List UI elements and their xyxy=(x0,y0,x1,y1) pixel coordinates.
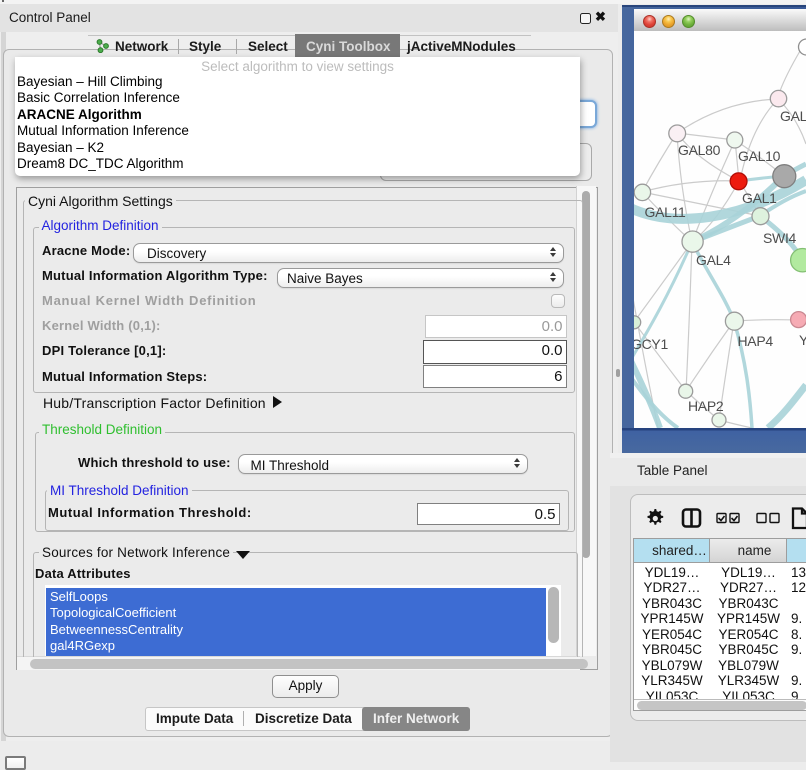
svg-text:GAL10: GAL10 xyxy=(738,148,781,164)
svg-text:HAP2: HAP2 xyxy=(688,398,724,414)
svg-text:GAL1: GAL1 xyxy=(742,190,777,206)
svg-text:Y: Y xyxy=(799,332,806,348)
svg-text:GAL7: GAL7 xyxy=(780,108,806,124)
svg-text:SWI4: SWI4 xyxy=(763,230,797,246)
svg-text:HAP4: HAP4 xyxy=(738,333,774,349)
svg-text:GCY1: GCY1 xyxy=(634,336,668,352)
svg-text:GAL11: GAL11 xyxy=(645,204,687,220)
svg-text:GAL4: GAL4 xyxy=(696,252,731,268)
svg-text:GAL80: GAL80 xyxy=(678,142,721,158)
